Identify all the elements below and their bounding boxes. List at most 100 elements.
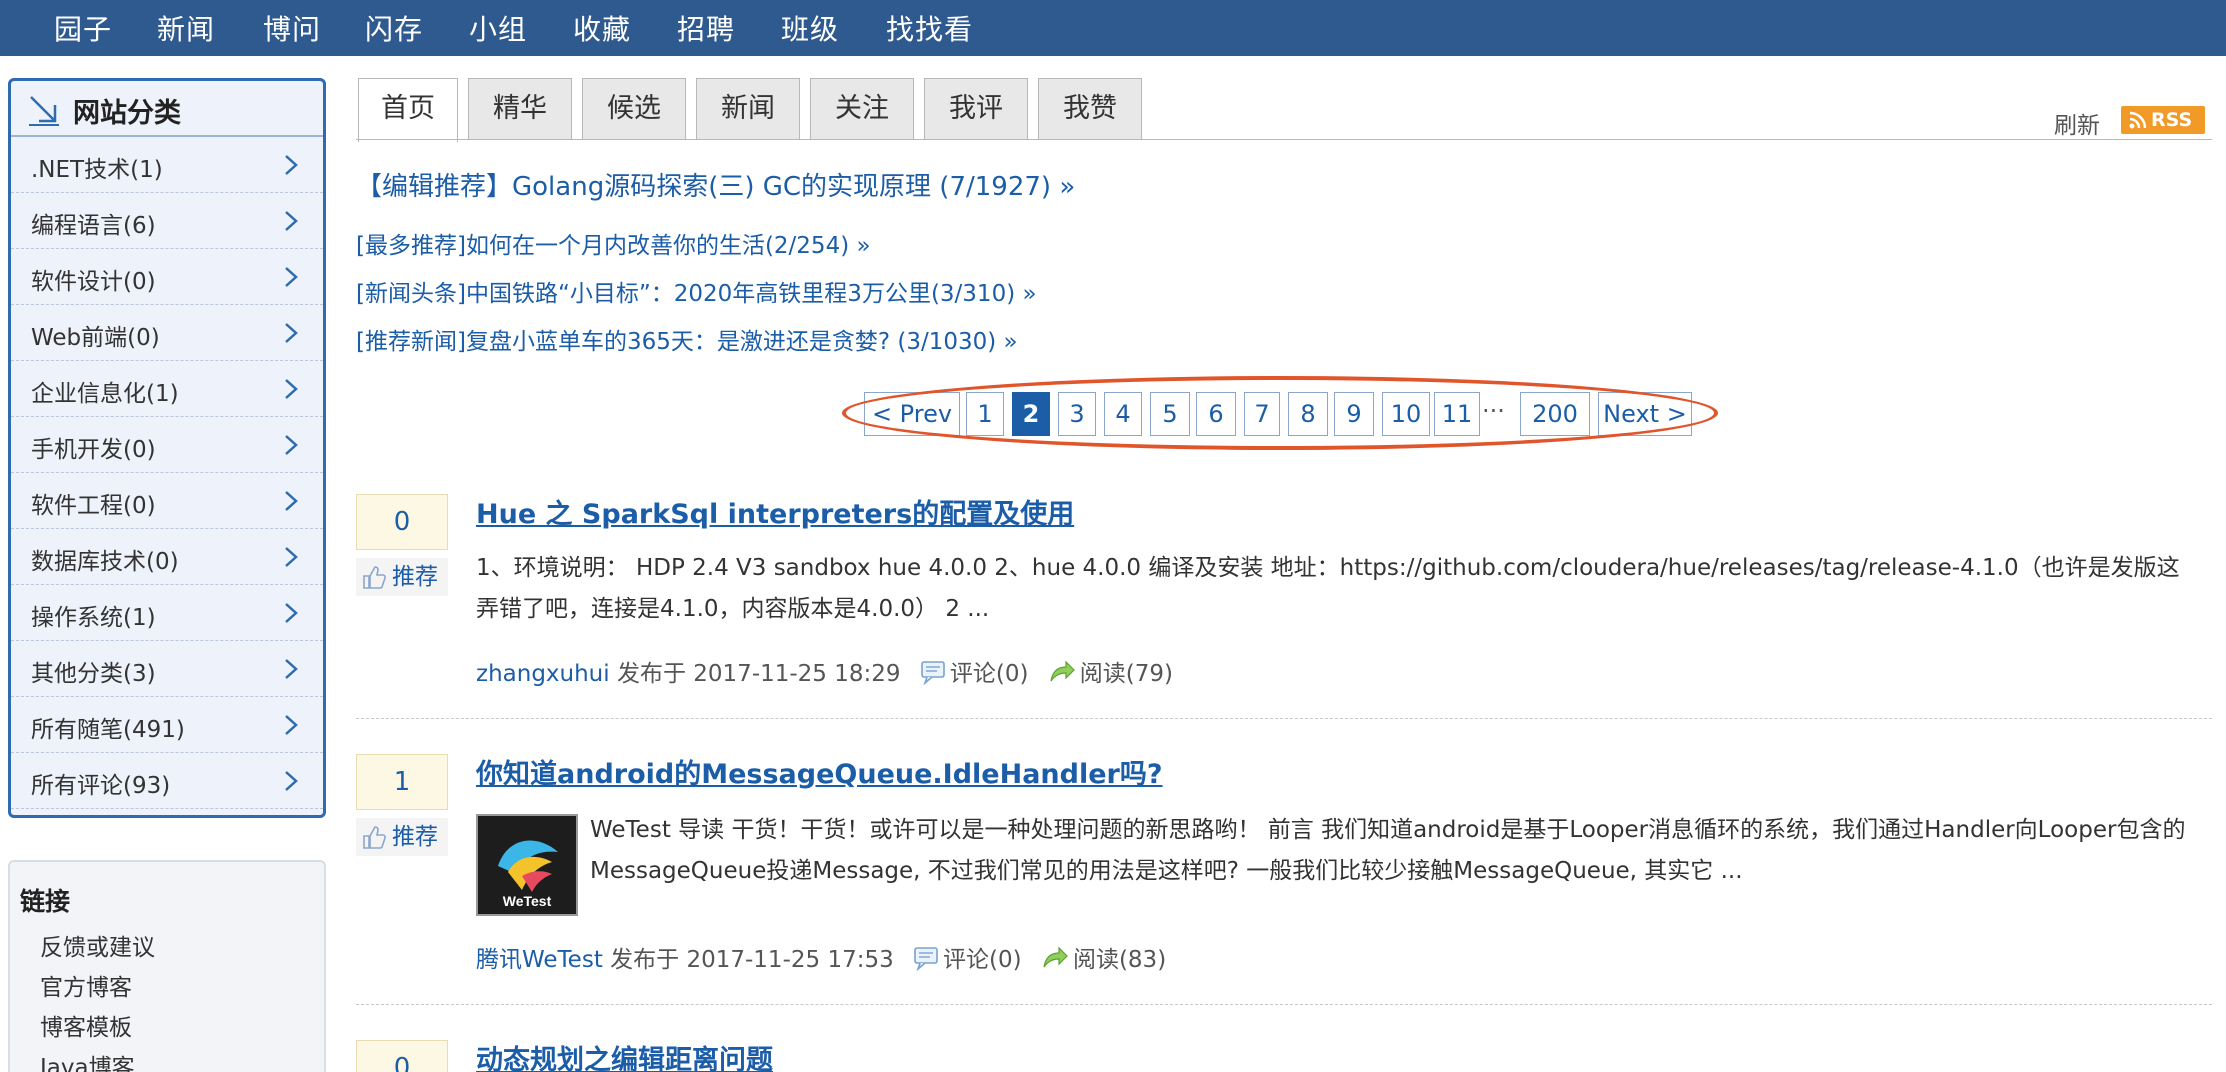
chevron-right-icon: [285, 547, 298, 567]
sidebar-category-label: .NET技术(1): [31, 157, 163, 183]
comment-count[interactable]: 评论(0): [950, 661, 1029, 687]
thumbs-up-icon: [363, 826, 386, 849]
tab-my-comments[interactable]: 我评: [924, 78, 1028, 140]
vote-count: 1: [356, 754, 448, 810]
sidebar-category-item[interactable]: 手机开发(0): [11, 417, 323, 473]
tab-news[interactable]: 新闻: [696, 78, 800, 140]
page-button-4[interactable]: 4: [1104, 392, 1142, 436]
tab-candidates[interactable]: 候选: [582, 78, 686, 140]
thumbs-up-icon: [363, 566, 386, 589]
read-count[interactable]: 阅读(79): [1080, 661, 1173, 687]
post-title[interactable]: Hue 之 SparkSql interpreters的配置及使用: [476, 492, 1074, 531]
pagination-ellipsis: ···: [1482, 397, 1505, 425]
link-java-blog[interactable]: Java博客: [40, 1048, 135, 1072]
page-button-10[interactable]: 10: [1382, 392, 1430, 436]
post-divider: [356, 1004, 2212, 1005]
comment-count[interactable]: 评论(0): [943, 947, 1022, 973]
read-arrow-icon: [1050, 660, 1075, 682]
page-button-200[interactable]: 200: [1520, 392, 1590, 436]
refresh-link[interactable]: 刷新: [2054, 106, 2100, 140]
recommend-button[interactable]: 推荐: [356, 558, 448, 596]
prev-page-button[interactable]: < Prev: [864, 392, 960, 436]
tab-following[interactable]: 关注: [810, 78, 914, 140]
sidebar-category-item[interactable]: 软件设计(0): [11, 249, 323, 305]
rss-button[interactable]: RSS: [2121, 106, 2205, 134]
sidebar-category-item[interactable]: 企业信息化(1): [11, 361, 323, 417]
next-page-button[interactable]: Next >: [1598, 392, 1692, 436]
chevron-right-icon: [285, 211, 298, 231]
rec-link-most-recommended[interactable]: [最多推荐]如何在一个月内改善你的生活(2/254) »: [356, 226, 871, 260]
chevron-right-icon: [285, 603, 298, 623]
post-title[interactable]: 动态规划之编辑距离问题: [476, 1038, 773, 1072]
page-button-3[interactable]: 3: [1058, 392, 1096, 436]
tab-my-likes[interactable]: 我赞: [1038, 78, 1142, 140]
sidebar-category-item[interactable]: 编程语言(6): [11, 193, 323, 249]
nav-item-jobs[interactable]: 招聘: [677, 8, 735, 48]
page-button-8[interactable]: 8: [1288, 392, 1328, 436]
rec-link-recommended-news[interactable]: [推荐新闻]复盘小蓝单车的365天：是激进还是贪婪? (3/1030) »: [356, 322, 1018, 356]
page-button-5[interactable]: 5: [1150, 392, 1190, 436]
chevron-right-icon: [285, 491, 298, 511]
page-button-9[interactable]: 9: [1334, 392, 1374, 436]
nav-item-flash[interactable]: 闪存: [365, 8, 423, 48]
top-nav-bar: 园子 新闻 博问 闪存 小组 收藏 招聘 班级 找找看: [0, 0, 2226, 56]
sidebar-header: 网站分类: [11, 81, 323, 137]
nav-item-favorites[interactable]: 收藏: [573, 8, 631, 48]
link-feedback[interactable]: 反馈或建议: [40, 928, 155, 962]
tab-home[interactable]: 首页: [358, 78, 458, 142]
tab-featured[interactable]: 精华: [468, 78, 572, 140]
rec-link-headline-news[interactable]: [新闻头条]中国铁路“小目标”：2020年高铁里程3万公里(3/310) »: [356, 274, 1037, 308]
page-button-7[interactable]: 7: [1244, 392, 1280, 436]
link-official-blog[interactable]: 官方博客: [40, 968, 132, 1002]
sidebar-category-item[interactable]: 软件工程(0): [11, 473, 323, 529]
sidebar-category-item[interactable]: 所有随笔(491): [11, 697, 323, 753]
recommend-button[interactable]: 推荐: [356, 818, 448, 856]
chevron-right-icon: [285, 323, 298, 343]
sidebar-category-item[interactable]: 其他分类(3): [11, 641, 323, 697]
recommend-label: 推荐: [392, 564, 438, 590]
nav-item-search[interactable]: 找找看: [886, 8, 973, 48]
sidebar-category-label: 软件设计(0): [31, 269, 156, 295]
sidebar-categories: 网站分类 .NET技术(1) 编程语言(6) 软件设计(0) Web前端(0) 企业信息…: [8, 78, 326, 818]
nav-item-questions[interactable]: 博问: [263, 8, 321, 48]
nav-item-classes[interactable]: 班级: [781, 8, 839, 48]
sidebar-category-item[interactable]: Web前端(0): [11, 305, 323, 361]
post-date: 发布于 2017-11-25 17:53: [610, 947, 894, 973]
rss-icon: [2129, 111, 2147, 129]
page-button-1[interactable]: 1: [966, 392, 1004, 436]
sidebar-category-label: 编程语言(6): [31, 213, 156, 239]
post-title[interactable]: 你知道android的MessageQueue.IdleHandler吗?: [476, 752, 1163, 791]
editor-pick-link[interactable]: 【编辑推荐】Golang源码探索(三) GC的实现原理 (7/1927) »: [356, 166, 1075, 203]
tab-baseline: [356, 139, 2212, 140]
sidebar-category-item[interactable]: 所有评论(93): [11, 753, 323, 809]
post-date: 发布于 2017-11-25 18:29: [616, 661, 901, 687]
post-divider: [356, 718, 2212, 719]
wetest-logo-text: WeTest: [503, 893, 552, 909]
post-author[interactable]: 腾讯WeTest: [476, 947, 603, 973]
sidebar-category-item[interactable]: 操作系统(1): [11, 585, 323, 641]
sidebar-category-label: 所有随笔(491): [31, 717, 185, 743]
sidebar-category-label: 软件工程(0): [31, 493, 156, 519]
post-author[interactable]: zhangxuhui: [476, 661, 610, 687]
read-arrow-icon: [1043, 946, 1068, 968]
link-blog-templates[interactable]: 博客模板: [40, 1008, 132, 1042]
sidebar-category-label: 所有评论(93): [31, 773, 171, 799]
read-count[interactable]: 阅读(83): [1073, 947, 1166, 973]
chevron-right-icon: [285, 771, 298, 791]
sidebar-category-label: 操作系统(1): [31, 605, 156, 631]
sidebar-category-label: 数据库技术(0): [31, 549, 179, 575]
sidebar-category-item[interactable]: 数据库技术(0): [11, 529, 323, 585]
page-button-11[interactable]: 11: [1434, 392, 1480, 436]
comment-icon: [914, 947, 938, 972]
nav-item-groups[interactable]: 小组: [469, 8, 527, 48]
nav-item-garden[interactable]: 园子: [54, 8, 112, 48]
post-meta: 腾讯WeTest 发布于 2017-11-25 17:53 评论(0) 阅读(8…: [476, 940, 1166, 974]
chevron-right-icon: [285, 267, 298, 287]
page-button-6[interactable]: 6: [1196, 392, 1236, 436]
chevron-right-icon: [285, 435, 298, 455]
chevron-right-icon: [285, 659, 298, 679]
page-button-2-current[interactable]: 2: [1012, 392, 1050, 436]
sidebar-category-item[interactable]: .NET技术(1): [11, 137, 323, 193]
nav-item-news[interactable]: 新闻: [157, 8, 215, 48]
sidebar-category-label: 企业信息化(1): [31, 381, 179, 407]
